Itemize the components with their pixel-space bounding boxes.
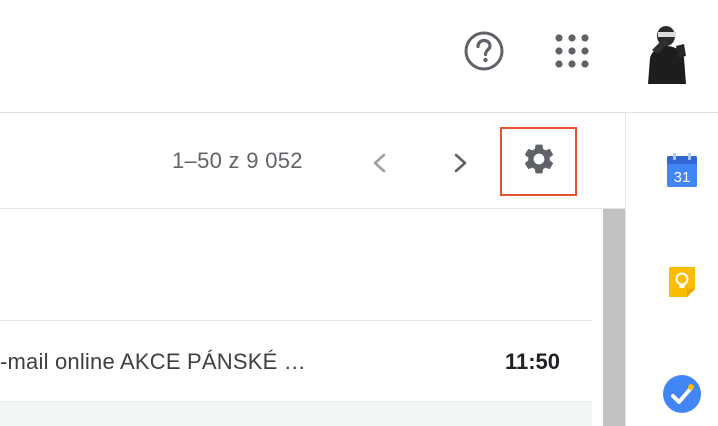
scrollbar-thumb[interactable] [603,209,625,426]
pagination-count: 1–50 z 9 052 [172,148,303,173]
calendar-day-label: 31 [674,169,691,186]
chevron-left-icon [362,153,398,185]
previous-page-button[interactable] [362,145,398,181]
mail-snippet: -mail online AKCE PÁNSKÉ … [0,349,306,374]
table-row[interactable] [0,402,592,426]
help-icon[interactable] [463,30,505,72]
mail-time: 11:50 [504,349,560,374]
tasks-icon[interactable] [662,374,702,414]
next-page-button[interactable] [442,145,478,181]
apps-grid-icon[interactable] [553,32,591,70]
list-item-empty [0,209,592,321]
settings-button[interactable] [500,127,577,196]
avatar[interactable] [640,16,692,84]
top-header [0,0,718,113]
chevron-right-icon [442,153,478,185]
keep-icon[interactable] [666,265,698,299]
calendar-icon[interactable]: 31 [666,152,698,188]
gear-icon [521,141,557,182]
